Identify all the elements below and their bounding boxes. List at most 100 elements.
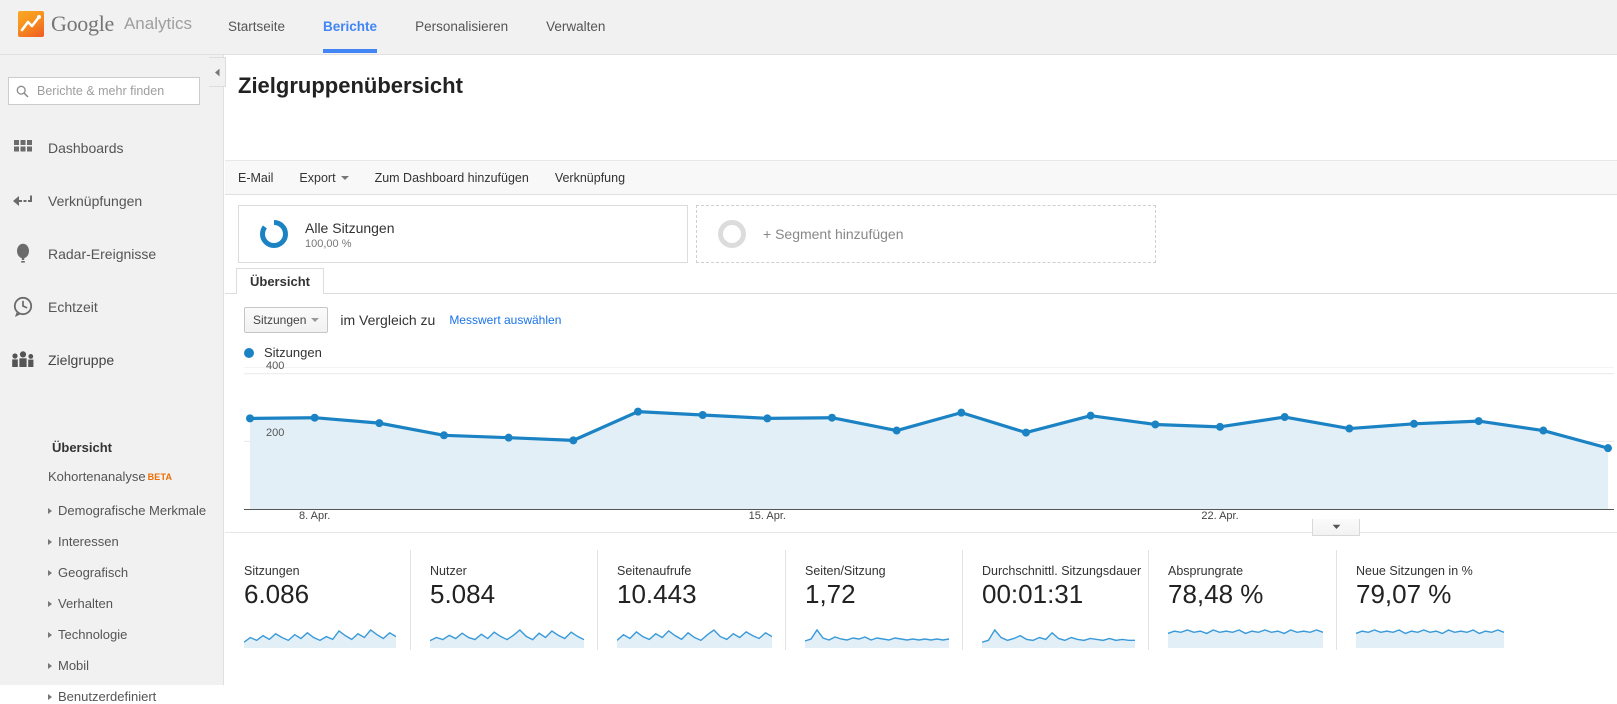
expand-triangle-icon: [48, 507, 52, 514]
topnav-item-verwalten[interactable]: Verwalten: [546, 0, 605, 34]
chevron-down-icon: [311, 318, 320, 322]
expand-triangle-icon: [48, 538, 52, 545]
sidebar-subitem-kohortenanalyse[interactable]: Kohortenanalyse BETA: [48, 469, 172, 484]
summary-card-value: 10.443: [617, 579, 697, 609]
sidebar-subitem-label: Demografische Merkmale: [58, 503, 207, 518]
summary-card-value: 78,48 %: [1168, 579, 1264, 609]
search-input[interactable]: [35, 83, 192, 99]
sidebar-item-dashboards[interactable]: Dashboards: [0, 121, 224, 174]
sidebar-item-verknuepfungen[interactable]: Verknüpfungen: [0, 174, 224, 227]
summary-card-sparkline: [982, 628, 1135, 648]
legend-label: Sitzungen: [264, 345, 322, 360]
chart-bottom-divider: [225, 532, 1617, 533]
sidebar-subitem-verhalten[interactable]: Verhalten: [48, 596, 113, 611]
chart-legend: Sitzungen: [244, 345, 322, 360]
summary-card-value: 6.086: [244, 579, 310, 609]
page-title: Zielgruppenübersicht: [238, 73, 463, 98]
add-segment-button[interactable]: + Segment hinzufügen: [696, 205, 1156, 263]
search-icon: [16, 85, 29, 98]
sidebar-subitem-uebersicht[interactable]: Übersicht: [52, 440, 112, 455]
segment-donut-icon: [260, 219, 288, 248]
summary-card-value: 5.084: [430, 579, 496, 609]
summary-card-value: 79,07 %: [1356, 579, 1452, 609]
segment-percentage: 100,00 %: [305, 238, 352, 251]
sessions-timeseries-chart[interactable]: 200 400 8. Apr. 15. Apr. 22. Apr.: [244, 360, 1614, 525]
sidebar-subitem-label: Technologie: [58, 627, 128, 642]
logo-google-text: Google: [51, 11, 114, 36]
sidebar-subitem-label: Kohortenanalyse: [48, 469, 146, 484]
summary-card-label: Seiten/Sitzung: [805, 564, 886, 578]
segment-all-sessions[interactable]: Alle Sitzungen 100,00 %: [238, 205, 688, 263]
summary-card[interactable]: Nutzer 5.084: [410, 550, 597, 650]
x-axis-tick: 22. Apr.: [1201, 510, 1239, 522]
sidebar-subitem-interessen[interactable]: Interessen: [48, 534, 119, 549]
chart-collapse-button[interactable]: [1312, 519, 1360, 536]
shortcut-button[interactable]: Verknüpfung: [555, 171, 625, 185]
chevron-down-icon: [340, 175, 349, 180]
analytics-logo-icon: [18, 11, 44, 37]
sidebar-subitem-label: Benutzerdefiniert: [58, 689, 157, 704]
summary-card-label: Seitenaufrufe: [617, 564, 692, 578]
legend-dot-icon: [244, 347, 254, 358]
shortcut-arrow-icon: [10, 188, 36, 214]
email-button[interactable]: E-Mail: [238, 171, 273, 185]
segment-bar: Alle Sitzungen 100,00 % + Segment hinzuf…: [225, 196, 1617, 268]
sidebar-item-label: Zielgruppe: [48, 351, 115, 368]
summary-card-label: Durchschnittl. Sitzungsdauer: [982, 564, 1142, 578]
choose-metric-link[interactable]: Messwert auswählen: [449, 313, 561, 327]
summary-card[interactable]: Neue Sitzungen in % 79,07 %: [1336, 550, 1517, 650]
sidebar-item-zielgruppe[interactable]: Zielgruppe: [0, 333, 224, 386]
topnav-item-personalisieren[interactable]: Personalisieren: [415, 0, 508, 34]
sidebar-item-radar-ereignisse[interactable]: Radar-Ereignisse: [0, 227, 224, 280]
sidebar: Dashboards Verknüpfungen Radar-Ereigniss…: [0, 55, 224, 704]
clock-icon: [10, 294, 36, 320]
summary-card[interactable]: Absprungrate 78,48 %: [1148, 550, 1336, 650]
segment-name: Alle Sitzungen: [305, 219, 395, 236]
summary-card[interactable]: Sitzungen 6.086: [225, 550, 410, 650]
add-segment-label: + Segment hinzufügen: [763, 226, 904, 242]
empty-donut-icon: [718, 220, 746, 248]
summary-card-sparkline: [244, 629, 396, 648]
sidebar-subitem-mobil[interactable]: Mobil: [48, 658, 89, 673]
sidebar-subitem-label: Geografisch: [58, 565, 129, 580]
summary-card-label: Neue Sitzungen in %: [1356, 564, 1473, 578]
search-box[interactable]: [8, 77, 200, 105]
sidebar-subitem-label: Übersicht: [52, 440, 112, 455]
y-axis-tick: 400: [266, 359, 285, 372]
sidebar-subitem-label: Mobil: [58, 658, 90, 673]
summary-card[interactable]: Durchschnittl. Sitzungsdauer 00:01:31: [962, 550, 1148, 650]
sidebar-item-label: Echtzeit: [48, 298, 98, 315]
summary-card-sparkline: [1356, 629, 1504, 648]
audience-people-icon: [10, 347, 36, 373]
chevron-left-icon: [214, 68, 219, 76]
summary-metric-cards: Sitzungen 6.086 Nutzer 5.084 Seitenaufrufe 10…: [225, 550, 1617, 650]
tab-uebersicht[interactable]: Übersicht: [236, 268, 324, 294]
metric-select[interactable]: Sitzungen: [244, 307, 329, 333]
sidebar-subitem-benutzerdefiniert[interactable]: Benutzerdefiniert: [48, 689, 156, 704]
add-to-dashboard-button[interactable]: Zum Dashboard hinzufügen: [375, 171, 529, 185]
brand-logo[interactable]: Google Analytics: [18, 11, 192, 37]
summary-card[interactable]: Seiten/Sitzung 1,72: [785, 550, 962, 650]
summary-card[interactable]: Seitenaufrufe 10.443: [597, 550, 785, 650]
summary-card-label: Sitzungen: [244, 564, 300, 578]
sidebar-subitem-demografische-merkmale[interactable]: Demografische Merkmale: [48, 503, 206, 518]
top-bar: Google Analytics Startseite Berichte Per…: [0, 0, 1617, 55]
export-label: Export: [299, 170, 336, 185]
summary-card-sparkline: [617, 629, 772, 648]
expand-triangle-icon: [48, 693, 52, 700]
summary-card-sparkline: [430, 629, 584, 648]
sidebar-item-echtzeit[interactable]: Echtzeit: [0, 280, 224, 333]
main-content: Zielgruppenübersicht E-Mail Export Zum D…: [225, 55, 1617, 685]
topnav-item-berichte[interactable]: Berichte: [323, 0, 378, 53]
summary-card-sparkline: [805, 628, 949, 648]
export-button[interactable]: Export: [299, 170, 349, 185]
sidebar-subitem-geografisch[interactable]: Geografisch: [48, 565, 128, 580]
expand-triangle-icon: [48, 662, 52, 669]
sidebar-subitem-technologie[interactable]: Technologie: [48, 627, 127, 642]
sidebar-collapse-button[interactable]: [209, 57, 226, 87]
topnav-item-startseite[interactable]: Startseite: [228, 0, 285, 34]
action-toolbar: E-Mail Export Zum Dashboard hinzufügen V…: [225, 161, 1617, 195]
summary-card-label: Absprungrate: [1168, 564, 1244, 578]
dashboards-grid-icon: [10, 135, 36, 161]
logo-analytics-text: Analytics: [123, 14, 192, 33]
